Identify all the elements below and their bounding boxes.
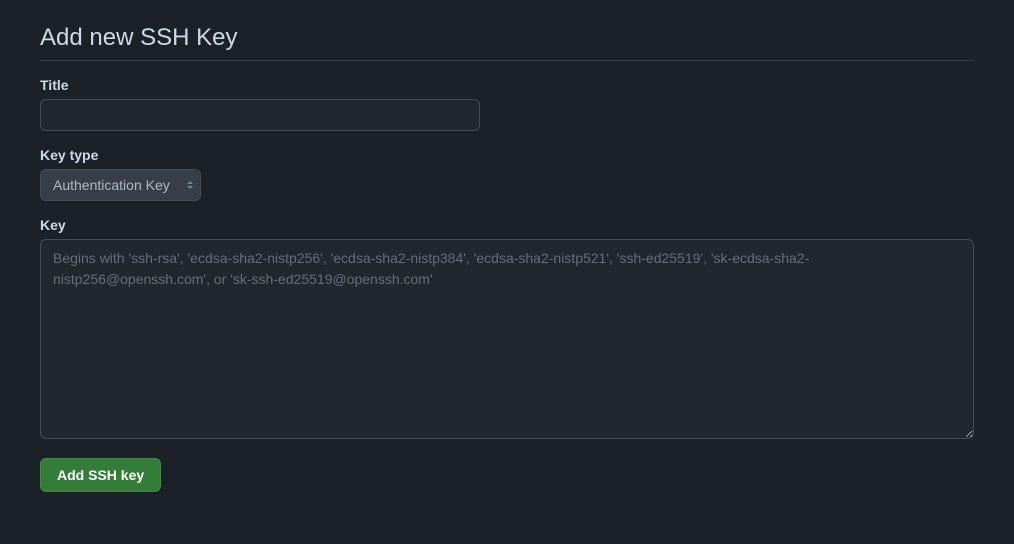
- key-type-label: Key type: [40, 147, 974, 163]
- key-field-group: Key: [40, 217, 974, 442]
- key-type-select[interactable]: Authentication Key: [40, 169, 201, 201]
- title-label: Title: [40, 77, 974, 93]
- title-divider: [40, 60, 974, 61]
- key-type-field-group: Key type Authentication Key: [40, 147, 974, 201]
- add-ssh-key-button[interactable]: Add SSH key: [40, 458, 161, 492]
- key-textarea[interactable]: [40, 239, 974, 439]
- title-input[interactable]: [40, 99, 480, 131]
- title-field-group: Title: [40, 77, 974, 131]
- key-label: Key: [40, 217, 974, 233]
- key-type-select-wrapper: Authentication Key: [40, 169, 201, 201]
- page-title: Add new SSH Key: [40, 24, 974, 52]
